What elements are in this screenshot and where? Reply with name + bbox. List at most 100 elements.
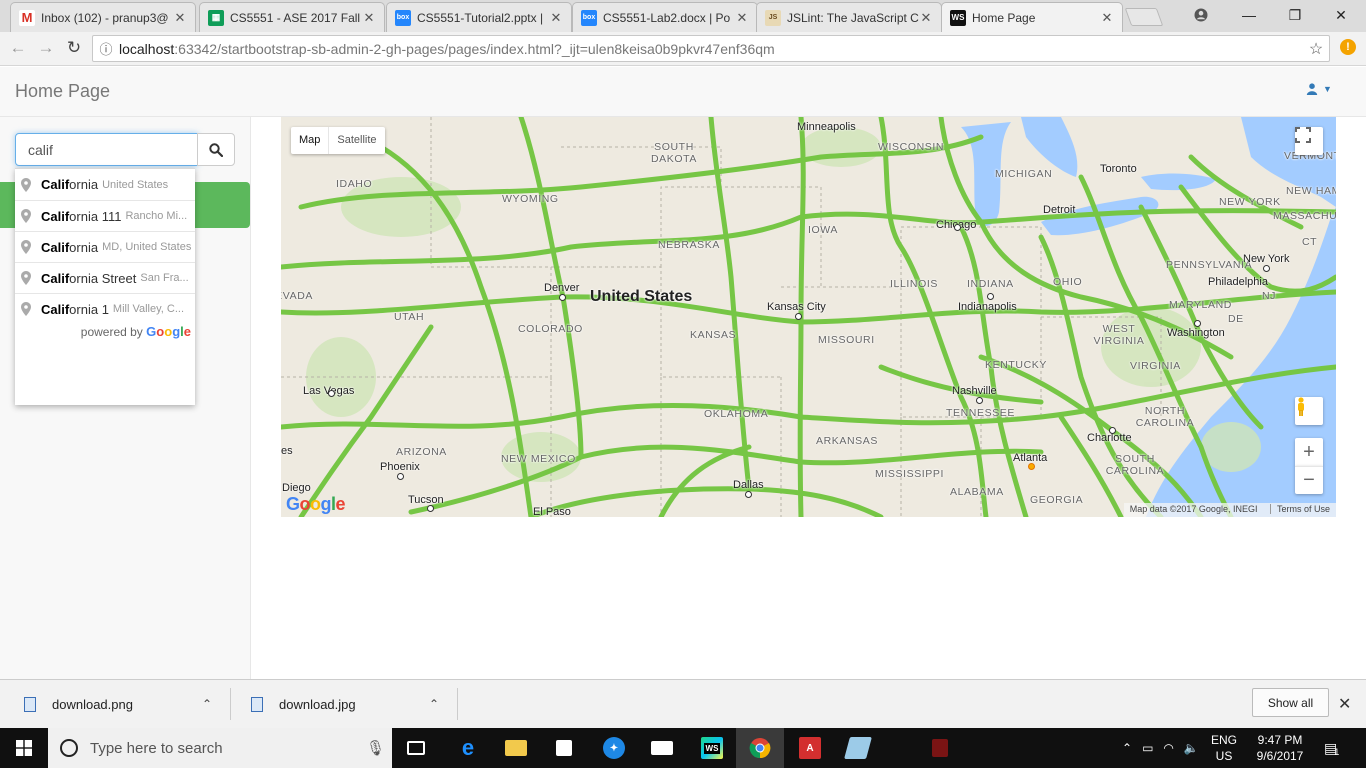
chevron-up-icon[interactable]: ⌃ bbox=[202, 697, 212, 711]
language-text: ENG bbox=[1210, 733, 1237, 747]
windows-start-icon[interactable] bbox=[0, 728, 48, 768]
place-search-input[interactable] bbox=[15, 133, 198, 166]
navbar-brand[interactable]: Home Page bbox=[15, 81, 110, 102]
forward-icon[interactable]: → bbox=[34, 36, 58, 60]
safari-icon[interactable]: ✦ bbox=[590, 728, 638, 768]
autocomplete-item[interactable]: California 1 Mill Valley, C... bbox=[15, 293, 195, 324]
show-all-button[interactable]: Show all bbox=[1252, 688, 1329, 717]
webstorm-icon: WS bbox=[950, 9, 966, 26]
match-text: Calif bbox=[41, 301, 70, 317]
map-type-map-button[interactable]: Map bbox=[291, 127, 328, 154]
close-tab-icon[interactable]: ✕ bbox=[173, 10, 187, 26]
top-navbar: Home Page ▼ bbox=[0, 67, 1366, 117]
webstorm-taskbar-icon[interactable]: WS bbox=[688, 728, 736, 768]
state-label: SOUTH CAROLINA bbox=[1105, 453, 1165, 477]
map-type-satellite-button[interactable]: Satellite bbox=[328, 127, 384, 154]
language-indicator[interactable]: ENG US bbox=[1206, 732, 1242, 764]
wifi-icon[interactable]: ◠ bbox=[1163, 741, 1173, 755]
city-label: Nashville bbox=[952, 385, 997, 397]
search-button[interactable] bbox=[197, 133, 235, 166]
autocomplete-item[interactable]: California United States bbox=[15, 169, 195, 200]
map-pin-icon bbox=[21, 271, 31, 285]
autocomplete-item[interactable]: California MD, United States bbox=[15, 231, 195, 262]
edge-icon[interactable]: e bbox=[444, 728, 492, 768]
browser-tab-lab2[interactable]: box CS5551-Lab2.docx | Po ✕ bbox=[572, 2, 758, 32]
url-text[interactable]: localhost:63342/startbootstrap-sb-admin-… bbox=[119, 41, 1303, 57]
zoom-out-icon[interactable]: − bbox=[1295, 466, 1323, 494]
google-map[interactable]: Map Satellite + − Google Map data ©2017 … bbox=[281, 117, 1336, 517]
notepad-icon[interactable] bbox=[834, 728, 882, 768]
browser-tab-home-page[interactable]: WS Home Page ✕ bbox=[941, 2, 1123, 32]
city-label: Tucson bbox=[408, 494, 444, 506]
file-explorer-icon[interactable] bbox=[492, 728, 540, 768]
pegman-icon[interactable] bbox=[1295, 397, 1323, 425]
browser-tab-gmail[interactable]: M Inbox (102) - pranup3@ ✕ bbox=[10, 2, 196, 32]
state-label: KENTUCKY bbox=[985, 359, 1047, 371]
box-icon: box bbox=[581, 9, 597, 26]
acrobat-icon[interactable]: A bbox=[786, 728, 834, 768]
close-window-icon[interactable]: ✕ bbox=[1318, 0, 1364, 30]
google-wordmark: Google bbox=[146, 324, 191, 339]
browser-tab-sheets[interactable]: ▦ CS5551 - ASE 2017 Fall ✕ bbox=[199, 2, 385, 32]
close-tab-icon[interactable]: ✕ bbox=[549, 10, 563, 26]
autocomplete-item[interactable]: California 111 Rancho Mi... bbox=[15, 200, 195, 231]
microphone-icon[interactable]: 🎙 bbox=[366, 739, 385, 757]
secondary-text: Mill Valley, C... bbox=[112, 303, 185, 315]
reload-icon[interactable]: ↻ bbox=[62, 36, 86, 60]
url-host: localhost bbox=[119, 40, 175, 57]
browser-tab-jslint[interactable]: JS JSLint: The JavaScript C ✕ bbox=[756, 2, 942, 32]
city-marker bbox=[745, 491, 752, 498]
url-path: :63342/startbootstrap-sb-admin-2-gh-page… bbox=[174, 40, 775, 57]
state-label: TENNESSEE bbox=[946, 407, 1015, 419]
minimize-icon[interactable]: — bbox=[1226, 0, 1272, 30]
close-tab-icon[interactable]: ✕ bbox=[362, 10, 376, 26]
city-marker bbox=[1109, 427, 1116, 434]
city-marker bbox=[1194, 320, 1201, 327]
close-tab-icon[interactable]: ✕ bbox=[735, 10, 749, 26]
download-status-icon[interactable] bbox=[916, 728, 964, 768]
state-label: WEST VIRGINIA bbox=[1093, 323, 1145, 347]
autocomplete-item[interactable]: California Street San Fra... bbox=[15, 262, 195, 293]
clock[interactable]: 9:47 PM 9/6/2017 bbox=[1250, 732, 1310, 764]
taskbar-search-box[interactable]: Type here to search 🎙 bbox=[48, 728, 392, 768]
state-label: GEORGIA bbox=[1030, 494, 1084, 506]
chevron-up-icon[interactable]: ⌃ bbox=[429, 697, 439, 711]
mail-icon[interactable] bbox=[638, 728, 686, 768]
address-bar[interactable]: ⓘ localhost:63342/startbootstrap-sb-admi… bbox=[92, 35, 1330, 62]
secondary-text: MD, United States bbox=[102, 241, 192, 253]
store-icon[interactable] bbox=[540, 728, 588, 768]
powered-by-google: powered by Google bbox=[15, 324, 195, 344]
browser-tab-tutorial[interactable]: box CS5551-Tutorial2.pptx | ✕ bbox=[386, 2, 572, 32]
close-icon[interactable]: ✕ bbox=[1338, 694, 1351, 714]
state-label: KANSAS bbox=[690, 329, 737, 341]
volume-icon[interactable]: 🔈 bbox=[1184, 741, 1199, 755]
state-label: WYOMING bbox=[502, 193, 559, 205]
fullscreen-icon[interactable] bbox=[1295, 127, 1323, 155]
download-item[interactable]: download.jpg ⌃ bbox=[251, 688, 447, 720]
extension-alert-icon[interactable]: ! bbox=[1340, 39, 1356, 55]
chevron-up-icon[interactable]: ⌃ bbox=[1122, 741, 1132, 755]
chrome-icon[interactable] bbox=[736, 728, 784, 768]
close-tab-icon[interactable]: ✕ bbox=[1100, 10, 1114, 26]
back-icon[interactable]: ← bbox=[6, 36, 30, 60]
new-tab-button[interactable] bbox=[1124, 8, 1164, 26]
zoom-in-icon[interactable]: + bbox=[1295, 438, 1323, 466]
bookmark-star-icon[interactable]: ☆ bbox=[1303, 39, 1329, 59]
download-item[interactable]: download.png ⌃ bbox=[24, 688, 220, 720]
task-view-icon[interactable] bbox=[392, 728, 440, 768]
download-filename: download.jpg bbox=[279, 696, 356, 712]
secondary-text: Rancho Mi... bbox=[125, 210, 188, 222]
city-marker bbox=[954, 224, 961, 231]
info-icon[interactable]: ⓘ bbox=[93, 39, 119, 58]
terms-of-use-link[interactable]: Terms of Use bbox=[1269, 504, 1330, 514]
battery-icon[interactable]: ▭ bbox=[1142, 741, 1153, 755]
map-pin-icon bbox=[21, 177, 31, 192]
close-tab-icon[interactable]: ✕ bbox=[919, 10, 933, 26]
gmail-icon: M bbox=[19, 9, 35, 26]
divider bbox=[457, 688, 458, 720]
profile-icon[interactable] bbox=[1178, 0, 1224, 30]
atlanta-marker bbox=[1028, 463, 1035, 470]
user-menu[interactable]: ▼ bbox=[1306, 83, 1332, 95]
restore-icon[interactable]: ❐ bbox=[1272, 0, 1318, 30]
action-center-icon[interactable]: ▤ 1 bbox=[1324, 728, 1339, 768]
